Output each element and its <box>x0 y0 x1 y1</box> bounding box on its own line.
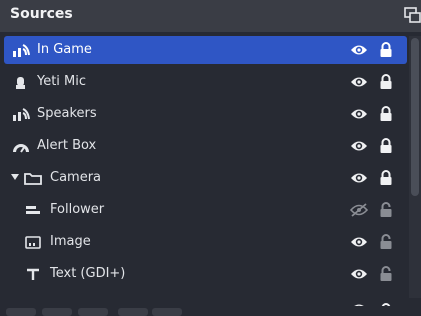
source-item-speakers[interactable]: Speakers <box>4 100 407 128</box>
source-label: Speakers <box>37 106 97 121</box>
source-label: Text (GDI+) <box>50 266 126 281</box>
unlock-icon[interactable] <box>379 233 393 250</box>
source-item-follower[interactable]: Follower <box>4 196 407 224</box>
vertical-scrollbar[interactable] <box>409 36 421 298</box>
scrollbar-thumb[interactable] <box>411 38 419 196</box>
lock-icon[interactable] <box>379 105 393 122</box>
text-source-icon <box>27 268 39 280</box>
add-source-button[interactable] <box>6 308 36 316</box>
lock-icon[interactable] <box>379 41 393 58</box>
sources-toolbar <box>0 306 421 316</box>
sources-panel: In Game Yeti Mic Speakers Alert Box Came… <box>0 32 421 314</box>
source-item-in-game[interactable]: In Game <box>4 36 407 64</box>
lock-icon[interactable] <box>379 137 393 154</box>
sources-dock-titlebar[interactable]: Sources <box>0 0 421 32</box>
source-label: Follower <box>50 202 105 217</box>
visibility-eye-icon[interactable] <box>350 75 368 89</box>
microphone-icon <box>16 77 25 89</box>
visibility-eye-icon[interactable] <box>350 267 368 281</box>
dock-title: Sources <box>10 6 73 22</box>
audio-output-icon <box>13 108 30 121</box>
group-folder-icon <box>24 173 42 185</box>
source-label: Image <box>50 234 91 249</box>
browser-source-icon <box>13 144 29 153</box>
source-item-yeti-mic[interactable]: Yeti Mic <box>4 68 407 96</box>
visibility-eye-icon[interactable] <box>350 107 368 121</box>
remove-source-button[interactable] <box>42 308 72 316</box>
source-label: Camera <box>50 170 102 185</box>
source-item-camera-group[interactable]: Camera <box>4 164 407 192</box>
expand-arrow-icon[interactable] <box>11 174 19 180</box>
lock-icon[interactable] <box>379 73 393 90</box>
move-source-down-button[interactable] <box>152 308 182 316</box>
visibility-eye-icon[interactable] <box>350 235 368 249</box>
sources-list[interactable]: In Game Yeti Mic Speakers Alert Box Came… <box>4 36 407 314</box>
move-source-up-button[interactable] <box>118 308 148 316</box>
hidden-eye-icon[interactable] <box>350 203 368 217</box>
source-label: Alert Box <box>37 138 97 153</box>
source-label: In Game <box>37 42 92 57</box>
lock-icon[interactable] <box>379 169 393 186</box>
game-capture-icon <box>13 44 30 57</box>
unlock-icon[interactable] <box>379 201 393 218</box>
visibility-eye-icon[interactable] <box>350 139 368 153</box>
source-label: Yeti Mic <box>37 74 87 89</box>
visibility-eye-icon[interactable] <box>350 43 368 57</box>
float-dock-icon[interactable] <box>404 7 421 23</box>
source-item-alert-box[interactable]: Alert Box <box>4 132 407 160</box>
source-item-image[interactable]: Image <box>4 228 407 256</box>
visibility-eye-icon[interactable] <box>350 171 368 185</box>
image-icon <box>25 236 41 249</box>
source-properties-button[interactable] <box>78 308 108 316</box>
source-item-text-gdi[interactable]: Text (GDI+) <box>4 260 407 288</box>
media-source-icon <box>26 206 40 214</box>
unlock-icon[interactable] <box>379 265 393 282</box>
